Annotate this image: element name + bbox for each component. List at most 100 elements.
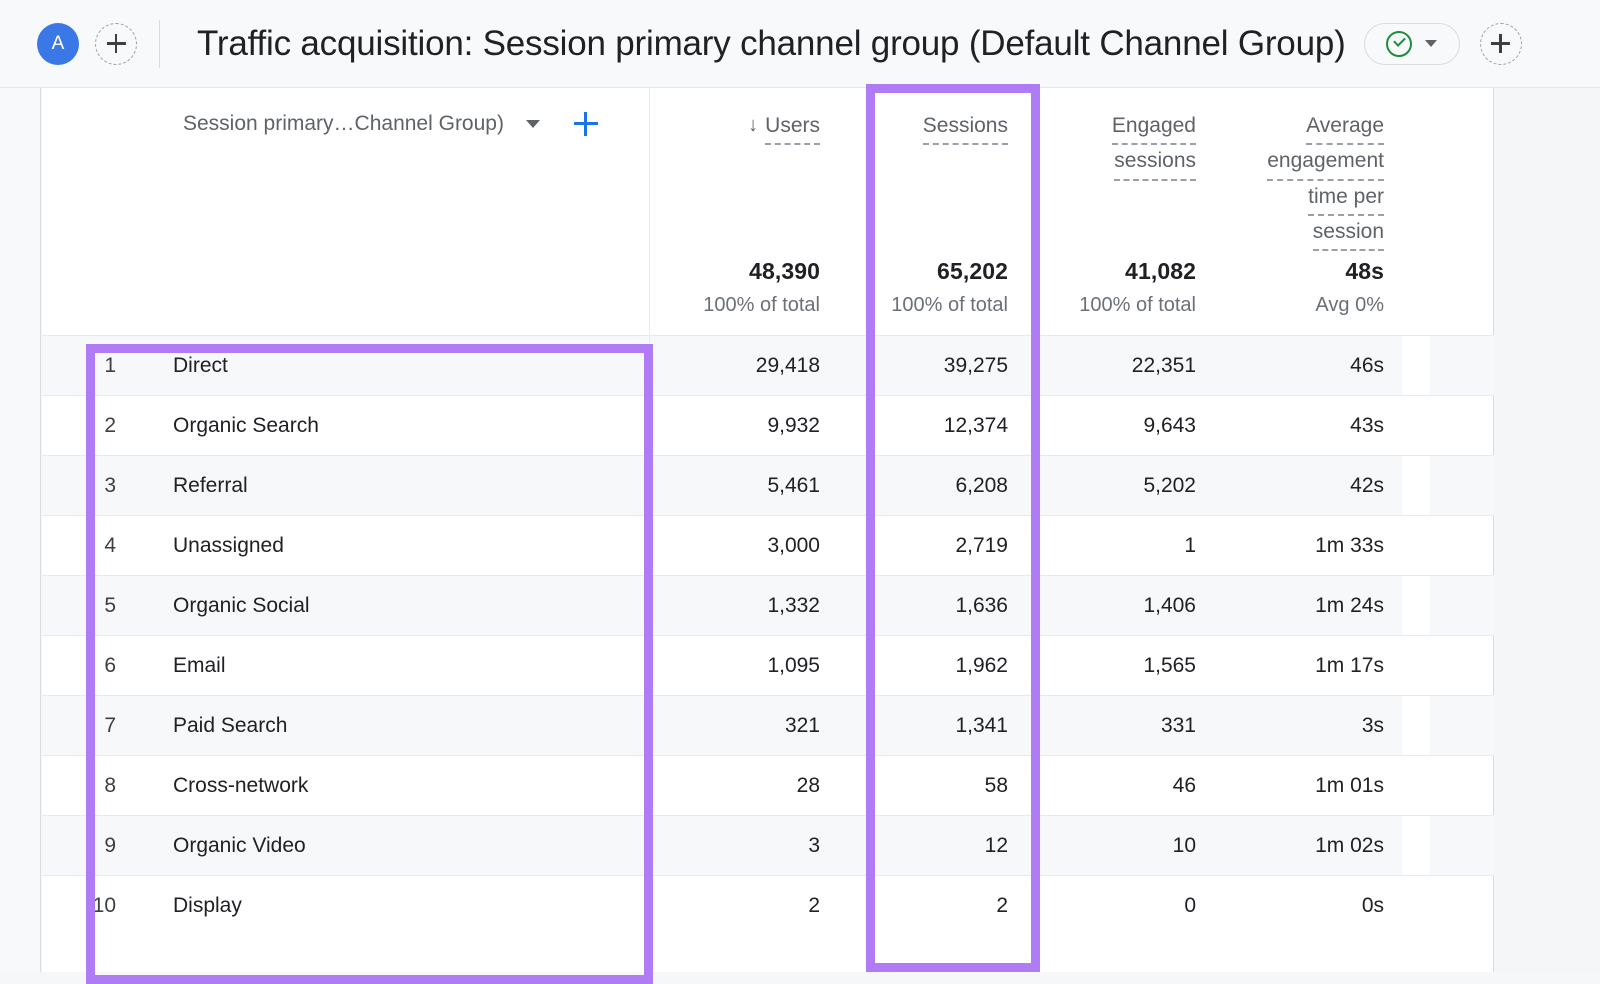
row-cell-engaged-sessions: 9,643 [1026, 396, 1214, 455]
users-total-sub: 100% of total [703, 294, 820, 317]
row-dimension-cell[interactable]: 7Paid Search [42, 696, 650, 755]
left-rail [0, 88, 41, 972]
row-tail-spacer [1402, 816, 1430, 875]
row-cell-sessions: 58 [838, 756, 1026, 815]
row-rank: 9 [42, 834, 134, 858]
add-comparison-button[interactable] [1480, 23, 1522, 65]
row-tail-spacer [1402, 336, 1430, 395]
column-header-sessions-label: Sessions [923, 110, 1008, 145]
row-dimension-cell[interactable]: 9Organic Video [42, 816, 650, 875]
chevron-down-icon[interactable] [1425, 40, 1437, 47]
column-header-avg-engagement-time[interactable]: Average engagement time per session 48s … [1214, 88, 1402, 335]
row-channel-name[interactable]: Paid Search [134, 714, 287, 738]
row-tail-spacer [1402, 396, 1430, 455]
metric-line: Average [1306, 110, 1384, 145]
table-row[interactable]: 10Display2200s [42, 875, 1494, 935]
row-tail-spacer [1402, 576, 1430, 635]
row-cell-sessions: 2 [838, 876, 1026, 935]
row-channel-name[interactable]: Email [134, 654, 226, 678]
avatar[interactable]: A [37, 23, 79, 65]
row-cell-users: 1,095 [650, 636, 838, 695]
metric-line: Users [765, 110, 820, 145]
row-cell-engaged-sessions: 1,565 [1026, 636, 1214, 695]
row-tail-spacer [1402, 696, 1430, 755]
row-cell-users: 2 [650, 876, 838, 935]
plus-icon [107, 34, 126, 53]
table-row[interactable]: 4Unassigned3,0002,71911m 33s [42, 515, 1494, 575]
row-channel-name[interactable]: Organic Social [134, 594, 310, 618]
row-cell-users: 28 [650, 756, 838, 815]
row-cell-avg-engagement-time: 0s [1214, 876, 1402, 935]
toolbar-divider [159, 20, 160, 68]
row-channel-name[interactable]: Organic Video [134, 834, 306, 858]
metric-line: time per [1308, 181, 1384, 216]
chevron-down-icon[interactable] [526, 120, 540, 128]
table-row[interactable]: 6Email1,0951,9621,5651m 17s [42, 635, 1494, 695]
column-header-engaged-sessions[interactable]: Engaged sessions 41,082 100% of total [1026, 88, 1214, 335]
row-cell-engaged-sessions: 1,406 [1026, 576, 1214, 635]
column-header-sessions[interactable]: Sessions 65,202 100% of total [838, 88, 1026, 335]
row-cell-sessions: 39,275 [838, 336, 1026, 395]
row-channel-name[interactable]: Display [134, 894, 242, 918]
avatar-initial: A [52, 33, 65, 55]
report-status-chip[interactable] [1364, 23, 1460, 65]
row-tail-spacer [1402, 516, 1430, 575]
table-row[interactable]: 9Organic Video312101m 02s [42, 815, 1494, 875]
sessions-total: 65,202 [891, 258, 1008, 285]
arrow-down-icon: ↓ [748, 110, 758, 141]
row-channel-name[interactable]: Direct [134, 354, 228, 378]
row-cell-engaged-sessions: 5,202 [1026, 456, 1214, 515]
users-total-block: 48,390 100% of total [703, 258, 820, 317]
row-dimension-cell[interactable]: 8Cross-network [42, 756, 650, 815]
row-rank: 4 [42, 534, 134, 558]
report-card: Session primary…Channel Group) ↓Users 48… [42, 88, 1494, 972]
table-row[interactable]: 2Organic Search9,93212,3749,64343s [42, 395, 1494, 455]
row-dimension-cell[interactable]: 5Organic Social [42, 576, 650, 635]
avg-time-total-block: 48s Avg 0% [1315, 258, 1384, 317]
metric-line: session [1313, 216, 1384, 251]
top-app-bar: A Traffic acquisition: Session primary c… [0, 0, 1600, 88]
row-dimension-cell[interactable]: 6Email [42, 636, 650, 695]
row-dimension-cell[interactable]: 1Direct [42, 336, 650, 395]
row-dimension-cell[interactable]: 4Unassigned [42, 516, 650, 575]
add-property-button[interactable] [95, 23, 137, 65]
metric-line: Engaged [1112, 110, 1196, 145]
row-cell-engaged-sessions: 10 [1026, 816, 1214, 875]
row-cell-sessions: 2,719 [838, 516, 1026, 575]
add-dimension-icon[interactable] [574, 112, 598, 136]
check-circle-icon [1386, 31, 1412, 57]
row-channel-name[interactable]: Cross-network [134, 774, 308, 798]
report-body: Session primary…Channel Group) ↓Users 48… [0, 88, 1600, 972]
row-rank: 10 [42, 894, 134, 918]
row-cell-users: 9,932 [650, 396, 838, 455]
sessions-total-sub: 100% of total [891, 294, 1008, 317]
row-cell-sessions: 1,341 [838, 696, 1026, 755]
row-channel-name[interactable]: Referral [134, 474, 248, 498]
dimension-selector[interactable]: Session primary…Channel Group) [42, 112, 598, 136]
row-cell-sessions: 12 [838, 816, 1026, 875]
row-dimension-cell[interactable]: 3Referral [42, 456, 650, 515]
column-header-users-label: ↓Users [748, 110, 820, 145]
row-tail-spacer [1402, 636, 1430, 695]
table-body: 1Direct29,41839,27522,35146s2Organic Sea… [42, 335, 1494, 935]
row-dimension-cell[interactable]: 10Display [42, 876, 650, 935]
table-row[interactable]: 5Organic Social1,3321,6361,4061m 24s [42, 575, 1494, 635]
row-cell-users: 1,332 [650, 576, 838, 635]
metric-line: Sessions [923, 110, 1008, 145]
row-dimension-cell[interactable]: 2Organic Search [42, 396, 650, 455]
row-cell-avg-engagement-time: 1m 33s [1214, 516, 1402, 575]
engaged-sessions-total-sub: 100% of total [1079, 294, 1196, 317]
table-row[interactable]: 7Paid Search3211,3413313s [42, 695, 1494, 755]
table-row[interactable]: 1Direct29,41839,27522,35146s [42, 335, 1494, 395]
row-rank: 3 [42, 474, 134, 498]
row-cell-sessions: 6,208 [838, 456, 1026, 515]
table-row[interactable]: 8Cross-network2858461m 01s [42, 755, 1494, 815]
row-cell-users: 29,418 [650, 336, 838, 395]
table-header-row: Session primary…Channel Group) ↓Users 48… [42, 88, 1494, 335]
column-header-avg-engagement-time-label: Average engagement time per session [1267, 110, 1384, 251]
row-channel-name[interactable]: Organic Search [134, 414, 319, 438]
engaged-sessions-total: 41,082 [1079, 258, 1196, 285]
column-header-users[interactable]: ↓Users 48,390 100% of total [650, 88, 838, 335]
row-channel-name[interactable]: Unassigned [134, 534, 284, 558]
table-row[interactable]: 3Referral5,4616,2085,20242s [42, 455, 1494, 515]
